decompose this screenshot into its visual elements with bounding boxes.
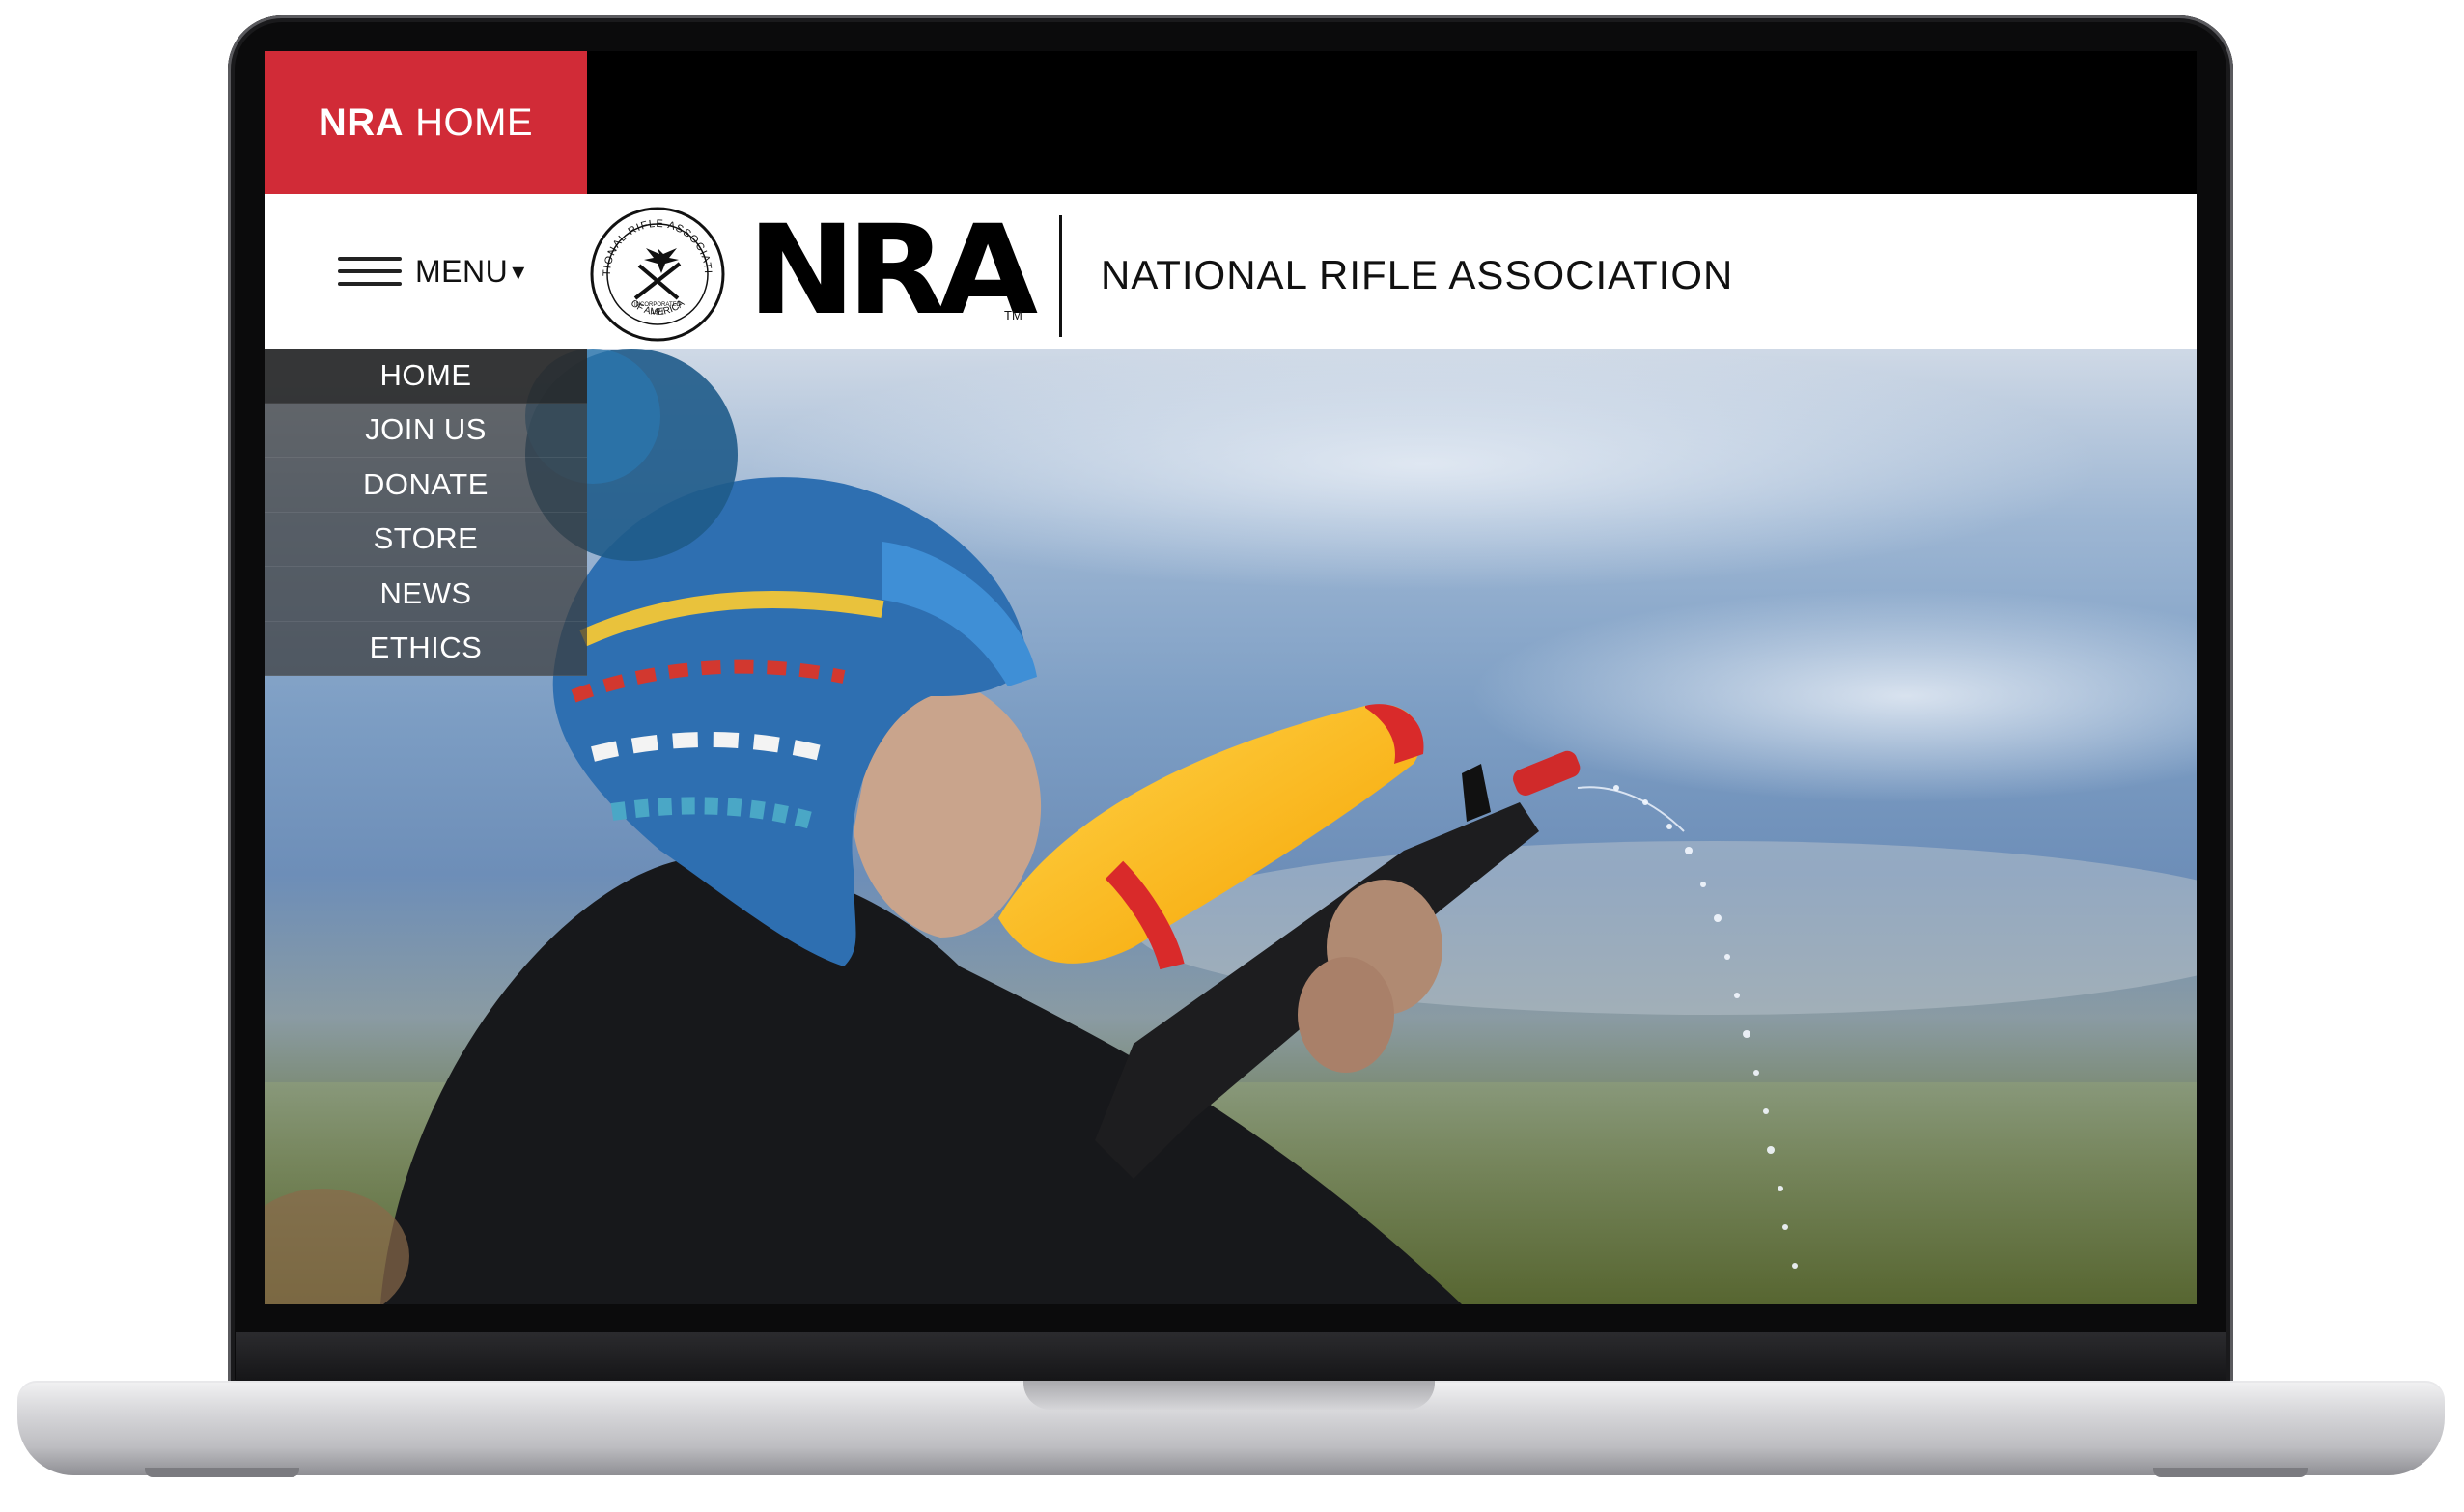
trademark-mark: TM	[1004, 308, 1022, 322]
side-menu-item-store[interactable]: STORE	[265, 512, 587, 567]
chevron-down-icon: ▾	[512, 256, 525, 286]
screen: NRA HOME MENU ▾ NATIONAL RIFLE ASSOCIATI…	[265, 51, 2197, 1304]
seal-year: 1871	[651, 310, 664, 316]
home-tab-brand: NRA	[318, 100, 405, 144]
seal-text-mid: INCORPORATED	[634, 302, 682, 308]
organization-name: NATIONAL RIFLE ASSOCIATION	[1101, 252, 1734, 297]
laptop-foot-left	[145, 1468, 299, 1477]
side-menu: HOME JOIN US DONATE STORE NEWS ETHICS	[265, 349, 587, 676]
menu-button[interactable]: MENU ▾	[338, 250, 524, 293]
side-menu-item-join-us[interactable]: JOIN US	[265, 403, 587, 458]
nra-home-tab[interactable]: NRA HOME	[265, 51, 587, 194]
nra-seal-logo[interactable]: NATIONAL RIFLE ASSOCIATION OF AMERICA IN…	[589, 206, 726, 343]
side-menu-item-news[interactable]: NEWS	[265, 567, 587, 622]
laptop-opening-notch	[1023, 1381, 1435, 1410]
home-tab-label: HOME	[415, 100, 534, 144]
nra-wordmark[interactable]: NRA	[747, 210, 1038, 333]
header-divider	[1059, 215, 1062, 337]
side-menu-item-donate[interactable]: DONATE	[265, 458, 587, 513]
hamburger-icon	[338, 255, 402, 288]
laptop-foot-right	[2153, 1468, 2308, 1477]
side-menu-item-ethics[interactable]: ETHICS	[265, 621, 587, 676]
side-menu-item-home[interactable]: HOME	[265, 349, 587, 404]
menu-label: MENU	[415, 253, 509, 289]
screen-bezel-bottom	[236, 1332, 2226, 1385]
site-header: MENU ▾ NATIONAL RIFLE ASSOCIATION OF AME…	[265, 194, 2197, 349]
